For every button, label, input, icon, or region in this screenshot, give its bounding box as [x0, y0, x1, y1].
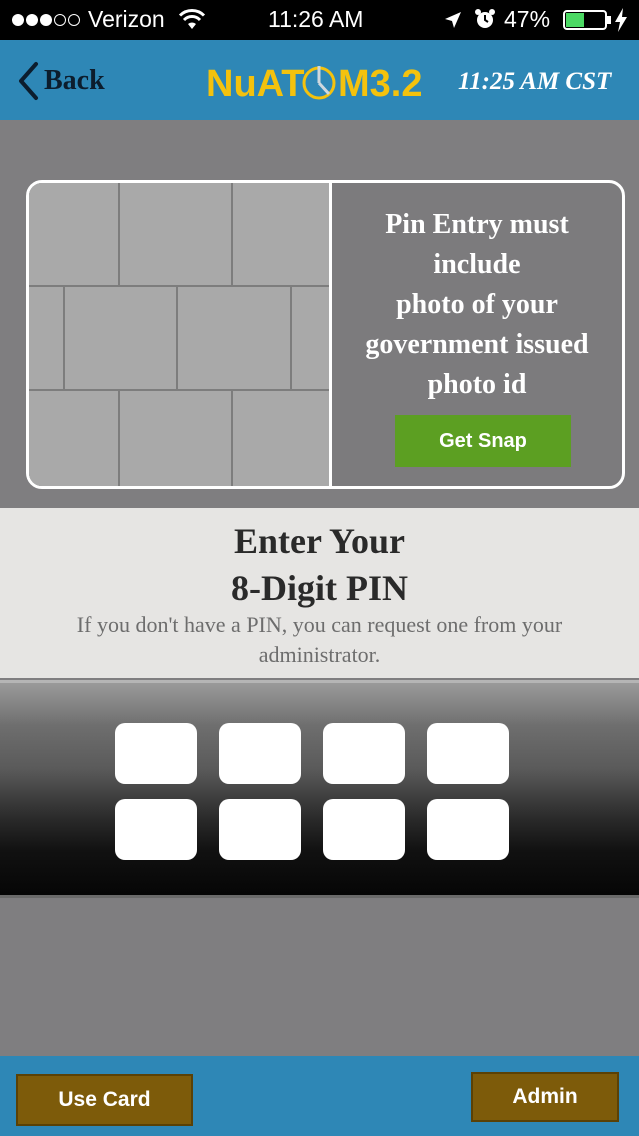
back-button[interactable]: Back: [16, 60, 105, 102]
status-bar: Verizon 11:26 AM 47%: [0, 0, 639, 40]
pin-entry-pad: [0, 680, 639, 898]
pin-digit-box-4[interactable]: [427, 723, 509, 784]
pin-digit-box-2[interactable]: [219, 723, 301, 784]
pin-title-line: 8-Digit PIN: [231, 568, 408, 608]
status-time: 11:26 AM: [268, 6, 364, 32]
pin-instructions-panel: Enter Your 8-Digit PIN If you don't have…: [0, 508, 639, 678]
pin-digit-box-1[interactable]: [115, 723, 197, 784]
photo-id-card: Pin Entry must include photo of your gov…: [26, 180, 625, 489]
nuatom-logo: NuAT M3.2: [206, 63, 422, 105]
back-label: Back: [44, 65, 105, 96]
battery-icon: [563, 10, 611, 30]
header-bar: Back NuAT M3.2 11:25 AM CST: [0, 40, 639, 120]
instruction-line: include: [433, 249, 521, 280]
signal-strength-icon: [12, 13, 82, 31]
pin-title-line: Enter Your: [234, 521, 405, 561]
alarm-clock-icon: [475, 9, 495, 28]
instruction-line: photo of your: [396, 289, 558, 320]
header-time: 11:25 AM CST: [458, 68, 612, 95]
charging-bolt-icon: [615, 8, 627, 32]
instruction-line: Pin Entry must: [385, 209, 569, 240]
carrier-name: Verizon: [88, 6, 165, 32]
chevron-left-icon: [19, 62, 38, 100]
location-arrow-icon: [445, 12, 461, 28]
instruction-line: government issued: [365, 329, 589, 360]
footer-bar: Use Card Admin: [0, 1056, 639, 1136]
svg-text:NuAT: NuAT: [206, 63, 305, 105]
battery-percent: 47%: [504, 6, 551, 32]
svg-text:M3.2: M3.2: [338, 63, 422, 105]
pin-digit-box-3[interactable]: [323, 723, 405, 784]
pin-digit-box-6[interactable]: [219, 799, 301, 860]
photo-id-instructions: Pin Entry must include photo of your gov…: [332, 205, 622, 405]
pin-title: Enter Your 8-Digit PIN: [0, 518, 639, 612]
wifi-icon: [178, 9, 206, 29]
pin-help-text: If you don't have a PIN, you can request…: [76, 612, 563, 667]
pin-pad-divider: [0, 895, 639, 898]
admin-button[interactable]: Admin: [471, 1072, 619, 1122]
get-snap-button[interactable]: Get Snap: [395, 415, 571, 467]
pin-digit-box-5[interactable]: [115, 799, 197, 860]
pin-digit-box-8[interactable]: [427, 799, 509, 860]
pin-digit-box-7[interactable]: [323, 799, 405, 860]
camera-preview[interactable]: [29, 183, 329, 486]
instruction-line: photo id: [427, 369, 527, 400]
use-card-button[interactable]: Use Card: [16, 1074, 193, 1126]
